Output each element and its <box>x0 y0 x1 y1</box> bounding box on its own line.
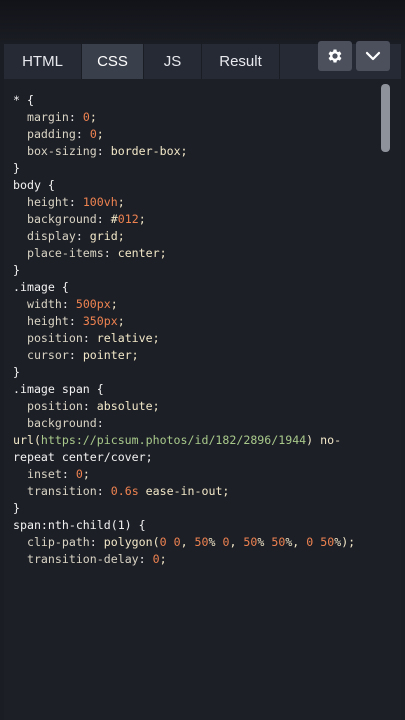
code-line: cursor: pointer; <box>26 348 139 362</box>
code-line: width: 500px; <box>26 297 118 311</box>
code-line: span:nth-child(1) { <box>13 518 146 532</box>
tab-result[interactable]: Result <box>202 44 280 79</box>
code-line: .image { <box>13 280 69 294</box>
code-line: box-sizing: border-box; <box>26 144 188 158</box>
chevron-down-icon <box>365 51 381 61</box>
code-line: * { <box>13 93 34 107</box>
code-line: } <box>13 161 20 175</box>
top-bar <box>0 0 405 42</box>
code-line: transition: 0.6s ease-in-out; <box>26 484 230 498</box>
editor-scrollbar[interactable] <box>381 84 390 152</box>
code-line: url(https://picsum.photos/id/182/2896/19… <box>13 433 342 447</box>
collapse-toggle-button[interactable] <box>356 41 390 71</box>
code-line: place-items: center; <box>26 246 167 260</box>
code-line: position: absolute; <box>26 399 160 413</box>
tab-css[interactable]: CSS <box>82 44 144 79</box>
code-line: repeat center/cover; <box>13 450 153 464</box>
code-line: margin: 0; <box>26 110 97 124</box>
code-line: height: 100vh; <box>26 195 125 209</box>
code-line: inset: 0; <box>26 467 90 481</box>
gear-icon <box>328 49 342 63</box>
tab-js[interactable]: JS <box>144 44 202 79</box>
code-line: .image span { <box>13 382 104 396</box>
code-line: transition-delay: 0; <box>26 552 167 566</box>
code-line: } <box>13 365 20 379</box>
css-code: * { margin: 0; padding: 0; box-sizing: b… <box>13 92 383 568</box>
code-line: } <box>13 263 20 277</box>
code-line: height: 350px; <box>26 314 125 328</box>
code-line: display: grid; <box>26 229 125 243</box>
code-line: } <box>13 501 20 515</box>
code-line: padding: 0; <box>26 127 104 141</box>
tab-html[interactable]: HTML <box>4 44 82 79</box>
code-line: clip-path: polygon(0 0, 50% 0, 50% 50%, … <box>26 535 356 549</box>
code-line: background: #012; <box>26 212 146 226</box>
code-editor[interactable]: * { margin: 0; padding: 0; box-sizing: b… <box>4 79 401 720</box>
code-line: background: <box>26 416 104 430</box>
code-line: position: relative; <box>26 331 160 345</box>
code-line: body { <box>13 178 55 192</box>
settings-button[interactable] <box>318 41 352 71</box>
